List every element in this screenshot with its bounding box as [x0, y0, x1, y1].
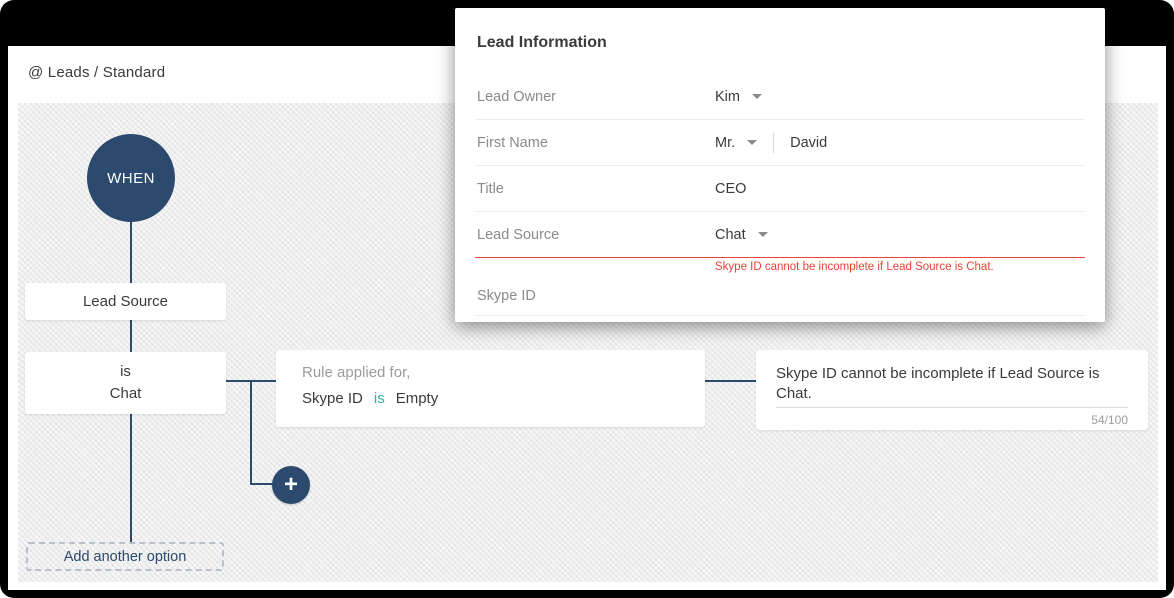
connector-line: [130, 414, 132, 542]
rule-field: Skype ID: [302, 390, 363, 407]
field-row-skype-id: Skype ID: [475, 276, 1085, 316]
connector-line: [250, 483, 274, 485]
field-row-lead-source: Lead Source Chat: [475, 212, 1085, 258]
rule-operator: is: [373, 390, 385, 407]
lead-owner-select[interactable]: Kim: [715, 89, 762, 105]
chevron-down-icon: [747, 140, 758, 145]
rule-applied-node[interactable]: Rule applied for, Skype ID is Empty: [276, 350, 705, 427]
when-label: WHEN: [107, 169, 155, 187]
field-row-title: Title CEO: [475, 166, 1085, 212]
add-condition-button[interactable]: +: [272, 466, 310, 504]
title-value: CEO: [715, 180, 747, 197]
rule-condition: Skype ID is Empty: [302, 390, 705, 407]
lead-owner-label: Lead Owner: [477, 88, 556, 105]
field-divider: [773, 132, 775, 153]
modal-title: Lead Information: [477, 34, 607, 51]
add-another-option-button[interactable]: Add another option: [26, 542, 224, 571]
condition-operator: is: [120, 363, 131, 380]
connector-line: [705, 380, 756, 382]
lead-source-error-text: Skype ID cannot be incomplete if Lead So…: [715, 261, 994, 273]
plus-icon: +: [283, 471, 298, 498]
chevron-down-icon: [757, 232, 768, 237]
breadcrumb[interactable]: @ Leads / Standard: [28, 64, 165, 81]
lead-source-label: Lead Source: [477, 226, 560, 243]
lead-information-modal: Lead Information Lead Owner Kim First Na…: [455, 8, 1105, 322]
rule-header: Rule applied for,: [302, 364, 411, 381]
rule-value: Empty: [395, 390, 439, 407]
connector-line: [250, 380, 252, 484]
first-name-input[interactable]: David: [790, 135, 827, 151]
first-name-value: David: [790, 134, 828, 151]
field-row-lead-owner: Lead Owner Kim: [475, 74, 1085, 120]
condition-value: Chat: [109, 385, 142, 402]
connector-line: [130, 320, 132, 352]
lead-source-select[interactable]: Chat: [715, 227, 768, 243]
salutation-value: Mr.: [715, 134, 736, 151]
modal-fields: Lead Owner Kim First Name Mr. David Titl…: [455, 74, 1105, 316]
salutation-select[interactable]: Mr.: [715, 134, 758, 151]
chevron-down-icon: [751, 94, 762, 99]
condition-field-label: Lead Source: [82, 293, 169, 310]
alert-message-node[interactable]: Skype ID cannot be incomplete if Lead So…: [756, 350, 1148, 430]
when-node[interactable]: WHEN: [87, 134, 175, 222]
lead-source-value: Chat: [715, 226, 746, 243]
condition-field-node[interactable]: Lead Source: [25, 283, 226, 320]
title-input[interactable]: CEO: [715, 181, 746, 197]
app-frame: @ Leads / Standard WHEN Lead Source is C…: [0, 0, 1174, 598]
skype-id-label: Skype ID: [477, 287, 536, 304]
first-name-label: First Name: [477, 134, 548, 151]
alert-message-input[interactable]: Skype ID cannot be incomplete if Lead So…: [776, 364, 1128, 408]
connector-line: [130, 220, 132, 283]
title-label: Title: [477, 180, 504, 197]
char-counter: 54/100: [1091, 413, 1128, 427]
field-row-first-name: First Name Mr. David: [475, 120, 1085, 166]
add-another-option-label: Add another option: [63, 548, 187, 565]
condition-value-node[interactable]: is Chat: [25, 352, 226, 414]
lead-owner-value: Kim: [715, 88, 740, 105]
